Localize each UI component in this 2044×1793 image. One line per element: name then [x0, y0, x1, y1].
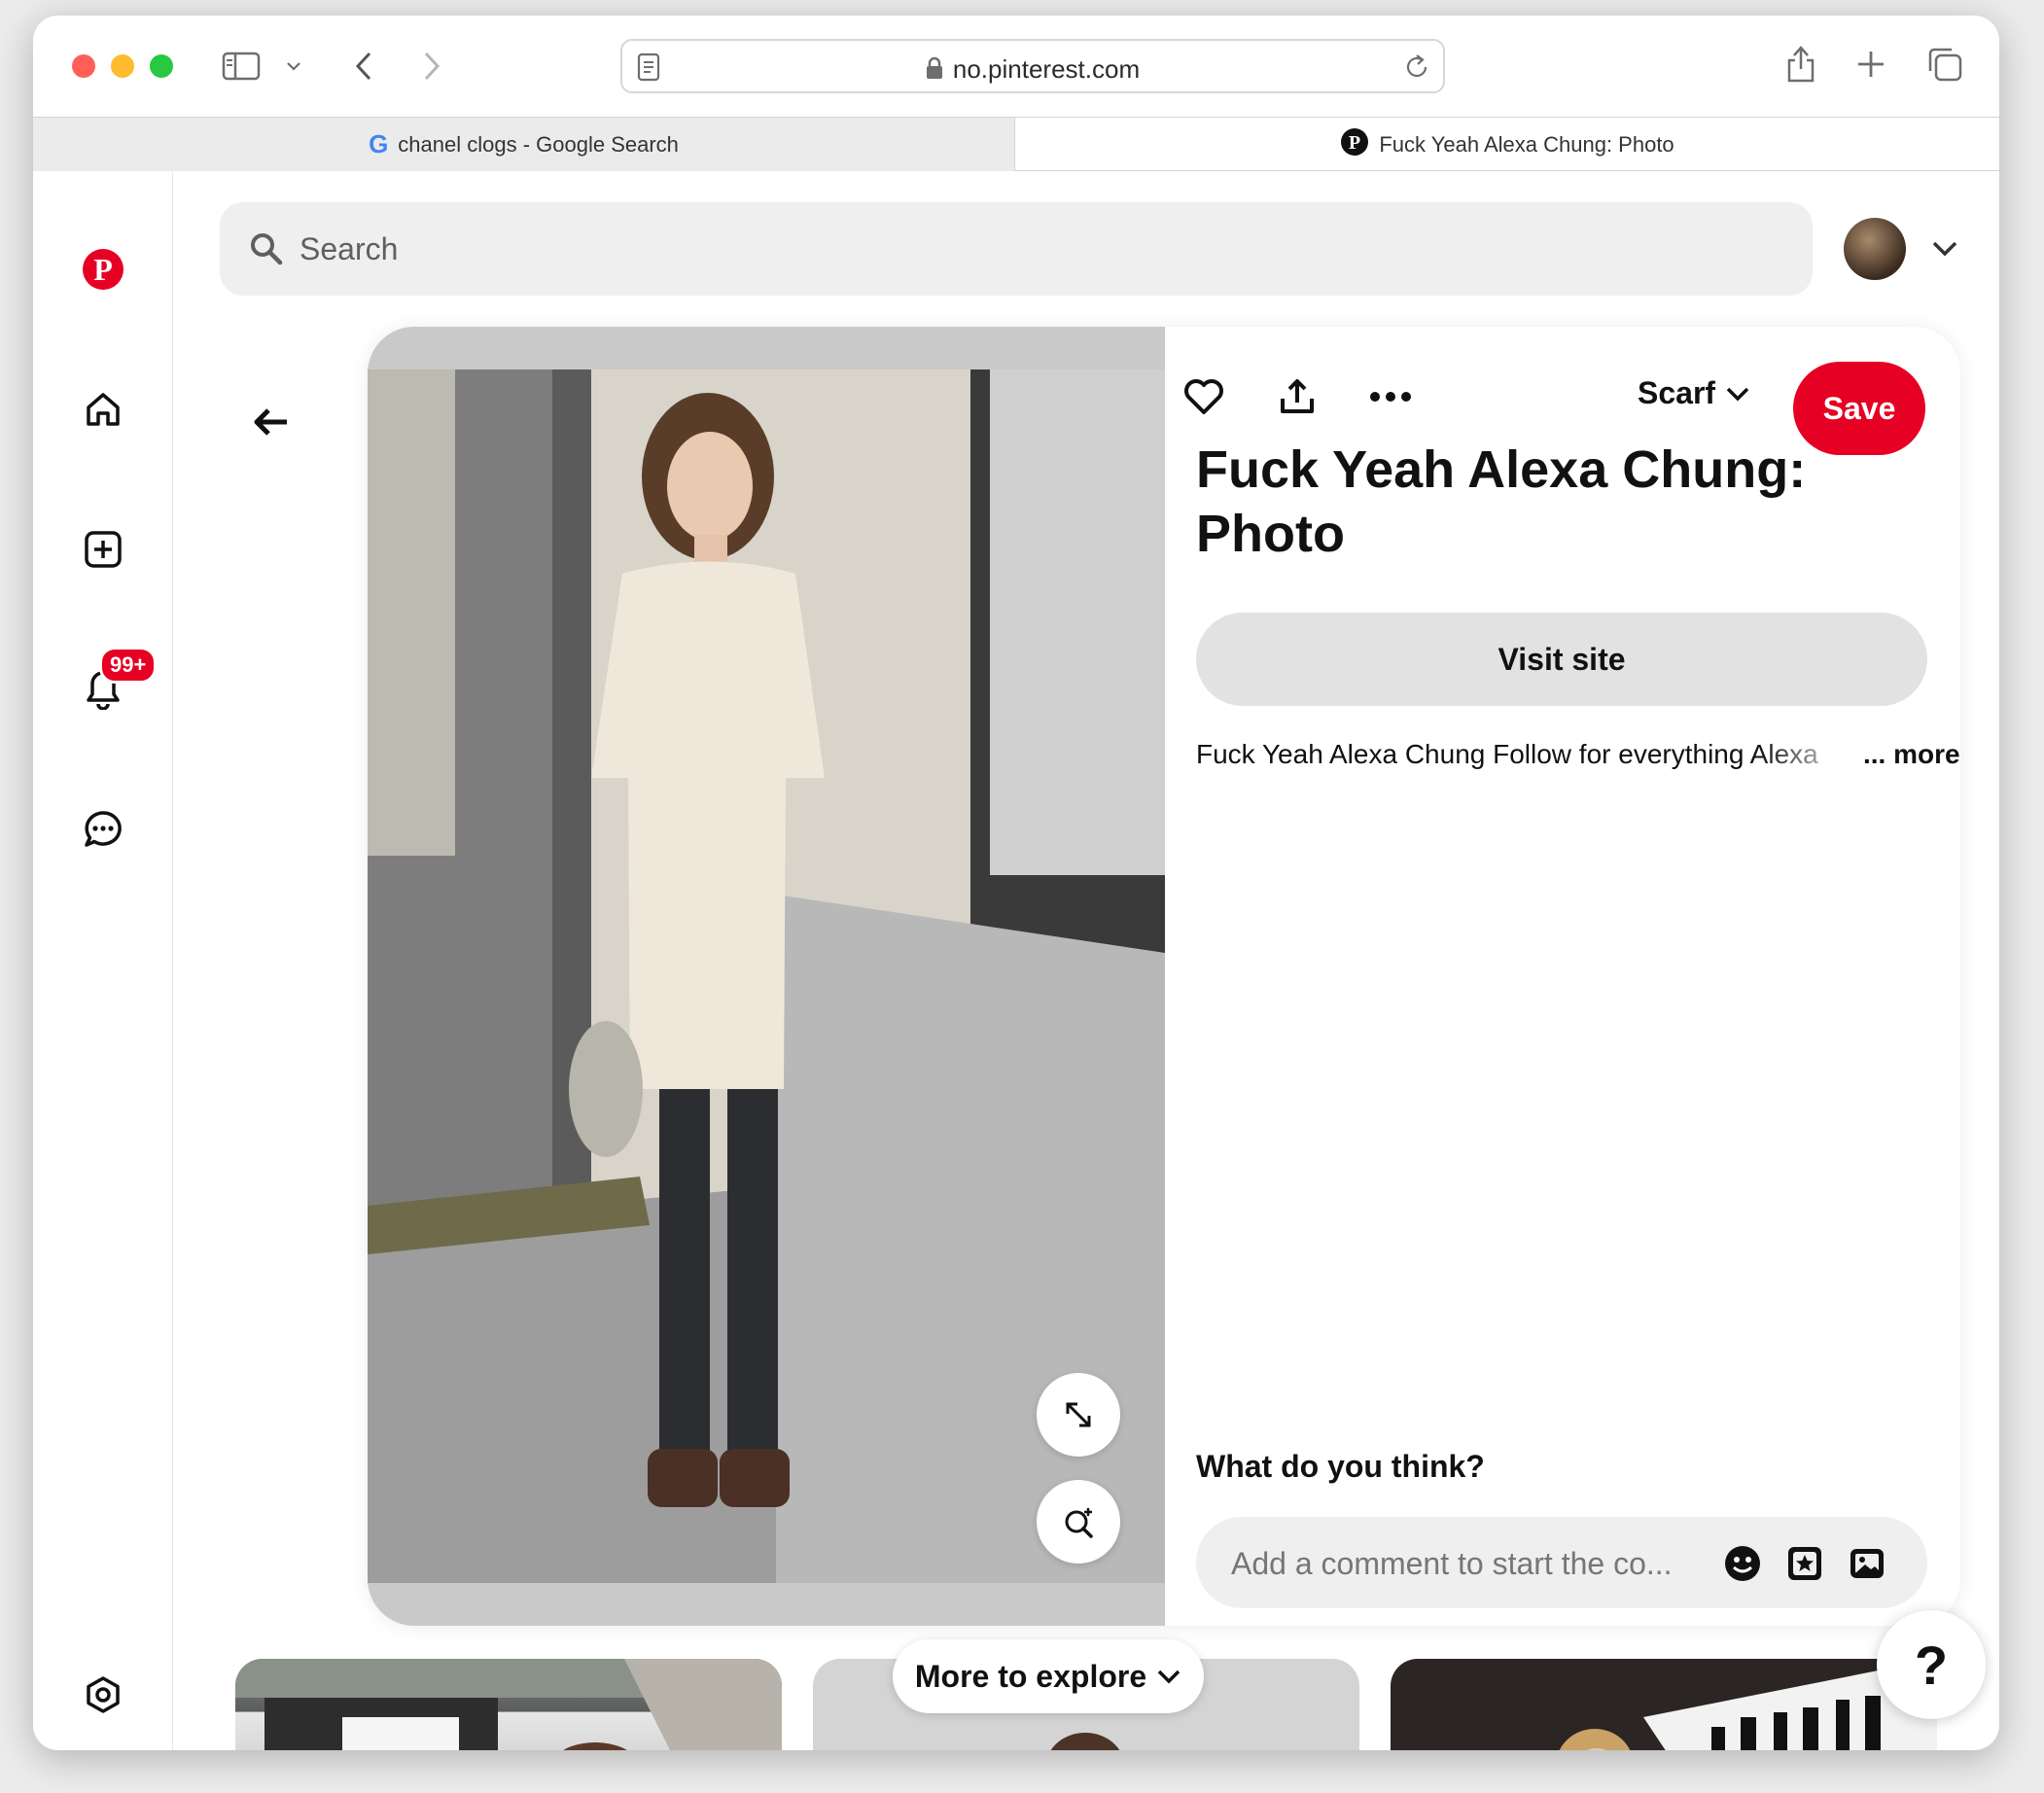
search-input[interactable]: Search	[300, 231, 398, 267]
address-bar[interactable]: no.pinterest.com	[620, 39, 1445, 93]
more-to-explore-button[interactable]: More to explore	[893, 1639, 1204, 1713]
board-select-label: Scarf	[1638, 375, 1716, 410]
create-icon[interactable]	[76, 522, 130, 577]
visual-search-button[interactable]	[1037, 1480, 1120, 1564]
pin-description: Fuck Yeah Alexa Chung Follow for everyth…	[1196, 739, 1818, 769]
back-nav-icon[interactable]	[344, 47, 383, 86]
emoji-icon[interactable]	[1721, 1542, 1764, 1585]
sidebar-toggle-icon[interactable]	[220, 49, 263, 84]
comment-placeholder: Add a comment to start the co...	[1231, 1546, 1673, 1581]
share-pin-icon[interactable]	[1270, 369, 1324, 424]
url-text: no.pinterest.com	[622, 54, 1443, 87]
share-icon[interactable]	[1780, 41, 1822, 88]
pinterest-logo-icon[interactable]: P	[76, 242, 130, 297]
more-options-icon[interactable]	[1363, 369, 1418, 424]
account-chevron-down-icon[interactable]	[1931, 239, 1958, 264]
zoom-window-button[interactable]	[150, 54, 173, 78]
home-icon[interactable]	[76, 382, 130, 437]
left-sidebar: P 99+	[33, 172, 173, 1750]
svg-text:P: P	[1349, 132, 1360, 154]
url-value: no.pinterest.com	[952, 54, 1141, 84]
avatar[interactable]	[1844, 218, 1906, 280]
chevron-down-icon	[1157, 1670, 1181, 1684]
tab-label: Fuck Yeah Alexa Chung: Photo	[1379, 131, 1674, 157]
more-link[interactable]: ... more	[1863, 739, 1960, 770]
pin-image-area	[368, 327, 1165, 1626]
tab-label: chanel clogs - Google Search	[398, 131, 679, 157]
explore-thumbnail[interactable]	[1391, 1659, 1937, 1750]
board-select[interactable]: Scarf	[1638, 375, 1750, 411]
tab-overview-icon[interactable]	[1923, 43, 1966, 86]
sticker-icon[interactable]	[1783, 1542, 1826, 1585]
new-tab-icon[interactable]	[1851, 45, 1890, 84]
comment-prompt: What do you think?	[1196, 1449, 1485, 1484]
chevron-down-icon[interactable]	[282, 54, 305, 78]
expand-image-button[interactable]	[1037, 1373, 1120, 1457]
pin-card: Scarf Save Fuck Yeah Alexa Chung: Photo …	[368, 327, 1960, 1626]
search-bar[interactable]: Search	[220, 202, 1813, 296]
tab-bar: G chanel clogs - Google Search P Fuck Ye…	[33, 117, 1999, 171]
pin-title: Fuck Yeah Alexa Chung: Photo	[1196, 440, 1807, 563]
lens-icon	[1065, 1508, 1093, 1538]
minimize-window-button[interactable]	[111, 54, 134, 78]
pinterest-tab-icon: P	[1340, 127, 1369, 162]
forward-nav-icon[interactable]	[412, 47, 451, 86]
browser-window: no.pinterest.com G chanel clogs - Google…	[33, 16, 1999, 1750]
tab-google-search[interactable]: G chanel clogs - Google Search	[33, 118, 1015, 171]
chevron-down-icon	[1726, 387, 1749, 401]
description-fade	[1760, 735, 1857, 774]
settings-icon[interactable]	[76, 1668, 130, 1722]
heart-icon[interactable]	[1177, 369, 1231, 424]
help-button[interactable]: ?	[1877, 1610, 1986, 1719]
notification-badge: 99+	[99, 647, 158, 684]
lock-icon	[926, 56, 943, 87]
close-window-button[interactable]	[72, 54, 95, 78]
tab-pinterest-pin[interactable]: P Fuck Yeah Alexa Chung: Photo	[1015, 118, 1999, 171]
explore-thumbnail[interactable]	[235, 1659, 782, 1750]
pin-details: Scarf Save Fuck Yeah Alexa Chung: Photo …	[1165, 327, 1960, 1626]
messages-icon[interactable]	[76, 802, 130, 857]
image-upload-icon[interactable]	[1846, 1542, 1888, 1585]
svg-text:P: P	[93, 252, 113, 287]
expand-icon	[1066, 1402, 1091, 1427]
back-arrow-icon[interactable]	[243, 395, 298, 449]
browser-toolbar: no.pinterest.com	[33, 16, 1999, 117]
google-icon: G	[369, 129, 389, 158]
more-to-explore-label: More to explore	[914, 1658, 1147, 1694]
search-icon	[249, 231, 284, 271]
visit-site-button[interactable]: Visit site	[1196, 613, 1927, 706]
comment-input[interactable]: Add a comment to start the co...	[1196, 1517, 1927, 1608]
reload-icon[interactable]	[1402, 53, 1431, 87]
